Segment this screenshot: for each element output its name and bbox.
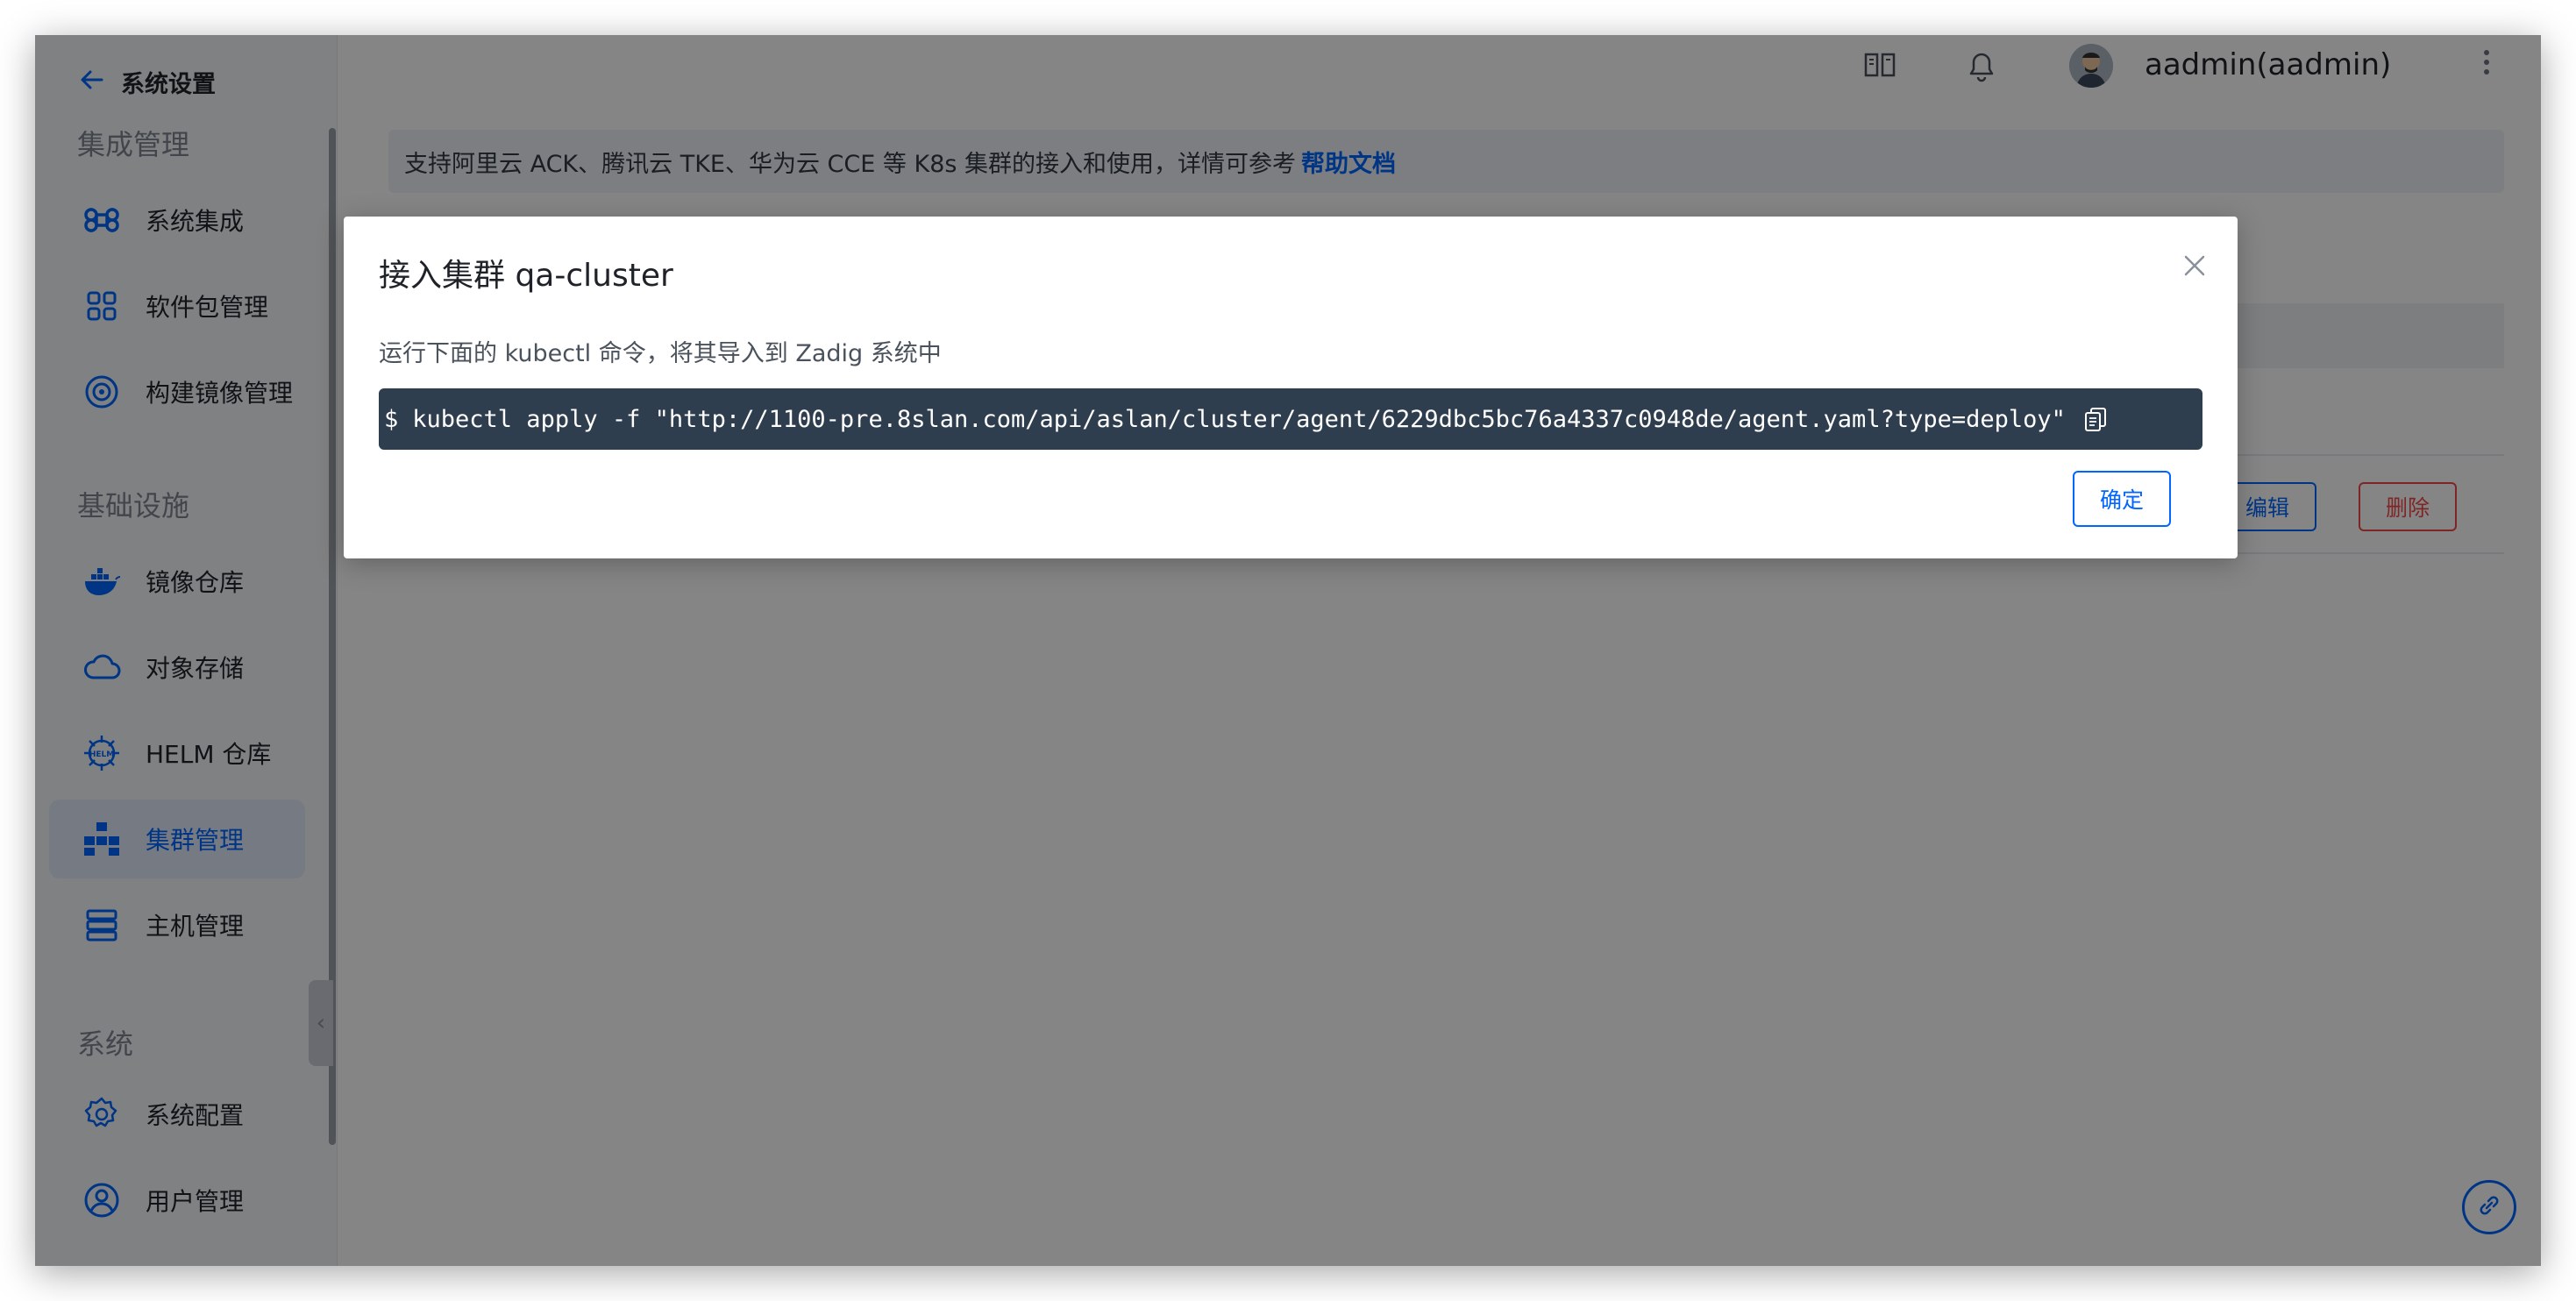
command-text[interactable]: kubectl apply -f "http://1100-pre.8slan.…	[412, 406, 2066, 433]
app-window: 系统设置 集成管理 系统集成 软件包管理 构建镜像管理 基础设施 镜像仓库 对象…	[35, 35, 2541, 1266]
dialog-title: 接入集群 qa-cluster	[379, 258, 673, 294]
command-prompt: $	[384, 405, 399, 433]
command-box: $ kubectl apply -f "http://1100-pre.8sla…	[379, 388, 2202, 450]
confirm-button[interactable]: 确定	[2073, 471, 2171, 527]
dialog-description: 运行下面的 kubectl 命令，将其导入到 Zadig 系统中	[379, 340, 942, 367]
copy-icon[interactable]	[2083, 406, 2108, 432]
connect-cluster-dialog: 接入集群 qa-cluster 运行下面的 kubectl 命令，将其导入到 Z…	[344, 217, 2238, 558]
close-icon[interactable]	[2183, 252, 2206, 283]
